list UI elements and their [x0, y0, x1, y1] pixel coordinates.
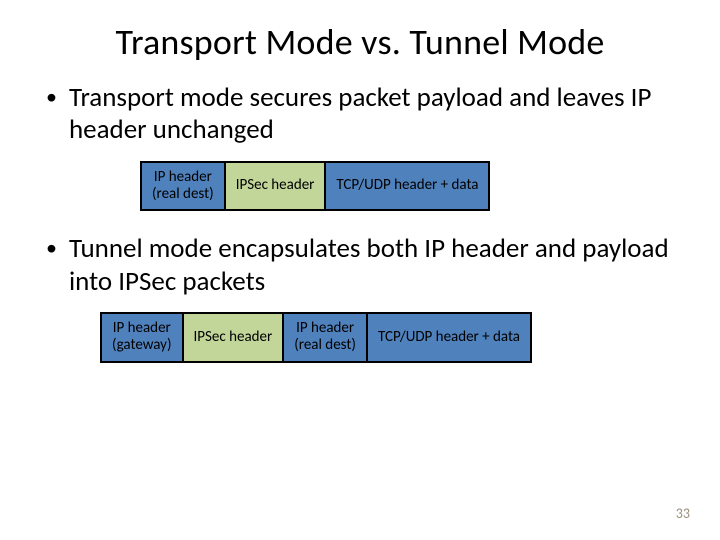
seg-line: (real dest): [294, 337, 356, 354]
seg-line: (real dest): [152, 186, 214, 203]
slide-title: Transport Mode vs. Tunnel Mode: [0, 20, 720, 64]
bullet-transport-text: Transport mode secures packet payload an…: [69, 82, 680, 147]
seg-line: IP header: [296, 320, 354, 337]
seg-line: IPSec header: [194, 329, 273, 346]
seg-line: IPSec header: [236, 177, 315, 194]
packet-transport: IP header (real dest) IPSec header TCP/U…: [140, 161, 490, 212]
seg-ip-header-gateway: IP header (gateway): [102, 314, 184, 361]
seg-line: TCP/UDP header + data: [336, 177, 478, 194]
seg-tcp-udp-data: TCP/UDP header + data: [368, 314, 530, 361]
seg-ip-header-real: IP header (real dest): [142, 163, 226, 210]
seg-line: IP header: [113, 320, 171, 337]
seg-ipsec-header: IPSec header: [184, 314, 285, 361]
seg-ip-header-real: IP header (real dest): [284, 314, 368, 361]
seg-line: IP header: [154, 169, 212, 186]
seg-line: (gateway): [112, 337, 172, 354]
packet-diagram-tunnel: IP header (gateway) IPSec header IP head…: [0, 312, 720, 363]
packet-diagram-transport: IP header (real dest) IPSec header TCP/U…: [0, 161, 720, 212]
seg-line: TCP/UDP header + data: [378, 329, 520, 346]
bullet-tunnel: • Tunnel mode encapsulates both IP heade…: [0, 233, 720, 298]
bullet-dot-icon: •: [46, 82, 57, 113]
bullet-tunnel-text: Tunnel mode encapsulates both IP header …: [69, 233, 680, 298]
packet-tunnel: IP header (gateway) IPSec header IP head…: [100, 312, 532, 363]
page-number: 33: [676, 505, 690, 522]
seg-ipsec-header: IPSec header: [226, 163, 327, 210]
bullet-dot-icon: •: [46, 233, 57, 264]
bullet-transport: • Transport mode secures packet payload …: [0, 82, 720, 147]
seg-tcp-udp-data: TCP/UDP header + data: [326, 163, 488, 210]
